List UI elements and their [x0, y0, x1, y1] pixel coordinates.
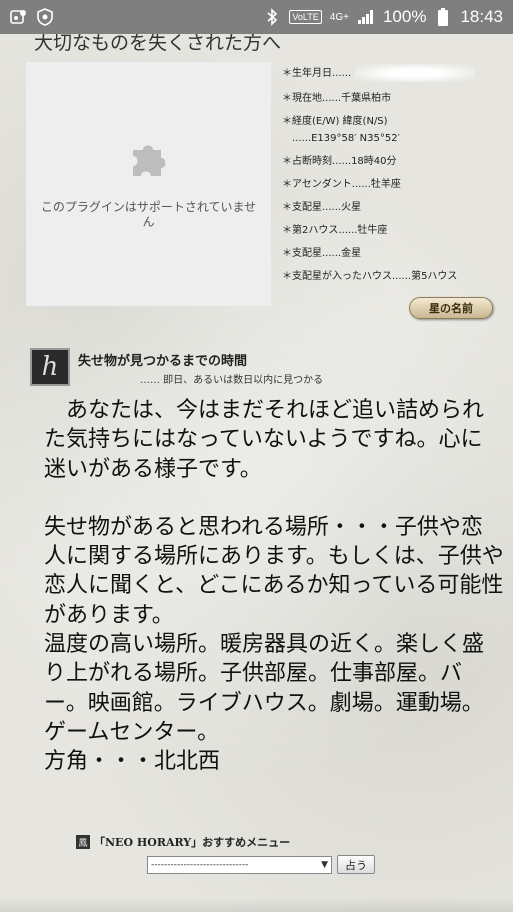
- menu-select[interactable]: ------------------------------ ▼: [147, 856, 332, 874]
- signal-icon: [357, 8, 375, 26]
- puzzle-piece-icon: [132, 145, 165, 176]
- battery-icon: [434, 8, 452, 26]
- network-type: 4G+: [329, 11, 349, 23]
- recommended-menu-header: 鳳 「NEO HORARY」おすすめメニュー: [76, 834, 290, 850]
- info-ruler2: ＊支配星......金星: [282, 248, 362, 259]
- info-ascendant: ＊アセンダント......牡羊座: [282, 179, 401, 190]
- volte-badge: VoLTE: [289, 10, 322, 24]
- web-page[interactable]: 大切なものを失くされた方へ このプラグインはサポートされていません ＊生年月日.…: [0, 34, 513, 912]
- star-name-button[interactable]: 星の名前: [409, 297, 493, 319]
- reading-text: あなたは、今はまだそれほど追い詰められた気持ちにはなっていないようですね。心に迷…: [44, 396, 504, 777]
- info-location: ＊現在地......千葉県柏市: [282, 93, 392, 104]
- chevron-down-icon: ▼: [321, 860, 328, 870]
- menu-title: 「NEO HORARY」おすすめメニュー: [94, 836, 291, 849]
- section-subtitle: …… 即日、あるいは数日以内に見つかる: [140, 375, 324, 386]
- clock: 18:43: [460, 7, 503, 26]
- battery-percent: 100%: [382, 7, 427, 26]
- fortune-button[interactable]: 占う: [337, 855, 375, 874]
- paragraph-3: 温度の高い場所。暖房器具の近く。楽しく盛り上がれる場所。子供部屋。仕事部屋。バー…: [44, 632, 485, 745]
- shield-icon: [36, 8, 54, 26]
- redacted-blur: [355, 64, 476, 82]
- location-app-icon: [10, 8, 28, 26]
- unsupported-plugin-box: このプラグインはサポートされていません: [26, 62, 271, 306]
- info-second-house: ＊第2ハウス......牡牛座: [282, 225, 388, 236]
- paragraph-2: 失せ物があると思われる場所・・・子供や恋人に関する場所にあります。もしくは、子供…: [44, 514, 504, 628]
- section-icon: h: [30, 348, 70, 386]
- section-title: 失せ物が見つかるまでの時間: [78, 354, 248, 369]
- info-time: ＊占断時刻......18時40分: [282, 156, 397, 167]
- status-bar: VoLTE 4G+ 100% 18:43: [0, 0, 513, 34]
- info-ruler-house: ＊支配星が入ったハウス......第5ハウス: [282, 271, 458, 282]
- info-coordinates: ＊経度(E/W) 緯度(N/S) ......E139°58′ N35°52′: [282, 116, 400, 144]
- plugin-unsupported-message: このプラグインはサポートされていません: [40, 200, 257, 229]
- menu-logo-icon: 鳳: [76, 835, 90, 849]
- info-ruler: ＊支配星......火星: [282, 202, 362, 213]
- horary-info-list: ＊生年月日...... ＊現在地......千葉県柏市 ＊経度(E/W) 緯度(…: [282, 64, 504, 294]
- paragraph-1: あなたは、今はまだそれほど追い詰められた気持ちにはなっていないようですね。心に迷…: [44, 398, 485, 482]
- bottom-shadow: [0, 898, 513, 912]
- page-heading: 大切なものを失くされた方へ: [34, 34, 282, 54]
- info-birthdate: ＊生年月日......: [282, 64, 504, 82]
- paragraph-4: 方角・・・北北西: [44, 749, 221, 775]
- bluetooth-icon: [263, 8, 281, 26]
